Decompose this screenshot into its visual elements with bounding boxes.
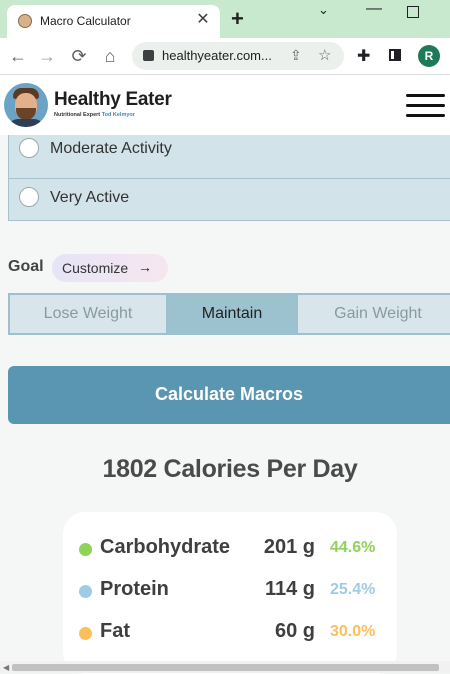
goal-segmented-control: Lose Weight Maintain Gain Weight xyxy=(8,293,450,335)
calories-per-day-heading: 1802 Calories Per Day xyxy=(102,455,358,483)
back-icon[interactable]: ← xyxy=(7,44,29,68)
author-avatar[interactable] xyxy=(4,83,48,127)
arrow-right-icon[interactable]: → xyxy=(138,259,152,275)
radio-button[interactable] xyxy=(19,187,39,207)
activity-option-label[interactable]: Very Active xyxy=(50,189,129,207)
radio-button[interactable] xyxy=(19,138,39,158)
hamburger-menu-icon[interactable] xyxy=(406,94,445,118)
tagline-prefix: Nutritional Expert xyxy=(54,112,101,118)
activity-option-label[interactable]: Moderate Activity xyxy=(50,140,172,158)
minimize-window-icon[interactable]: — xyxy=(366,0,382,18)
share-icon[interactable]: ⇪ xyxy=(290,47,302,64)
tagline-author: Tod Kelmyor xyxy=(101,112,135,118)
browser-tab[interactable]: Macro Calculator ✕ xyxy=(7,5,220,38)
scrollbar-thumb[interactable] xyxy=(12,664,439,671)
macro-name: Protein xyxy=(100,578,169,600)
macro-row-carbohydrate: Carbohydrate 201 g 44.6% xyxy=(63,534,397,564)
lock-icon[interactable] xyxy=(143,50,154,61)
star-icon[interactable]: ☆ xyxy=(318,46,331,64)
extensions-icon[interactable]: ✚ xyxy=(357,46,370,66)
tab-title: Macro Calculator xyxy=(40,14,131,28)
customize-goal-button[interactable]: Customize → xyxy=(52,254,168,282)
macro-name: Carbohydrate xyxy=(100,536,231,558)
activity-option-very-active[interactable]: Very Active xyxy=(9,178,450,221)
goal-option-lose-weight[interactable]: Lose Weight xyxy=(10,295,168,333)
goal-option-maintain[interactable]: Maintain xyxy=(168,295,296,333)
site-logo-text[interactable]: Healthy Eater xyxy=(54,89,172,111)
tab-strip: Macro Calculator ✕ + ⌄ — xyxy=(0,0,450,38)
customize-label[interactable]: Customize xyxy=(62,260,128,276)
site-header: Healthy Eater Nutritional Expert Tod Kel… xyxy=(0,75,450,135)
protein-color-dot xyxy=(79,585,92,598)
goal-label: Goal xyxy=(8,258,44,275)
activity-level-group: Moderate Activity Very Active xyxy=(8,135,450,221)
calculate-macros-label[interactable]: Calculate Macros xyxy=(8,384,450,405)
new-tab-button[interactable]: + xyxy=(231,8,244,30)
browser-toolbar: ← → ⟳ ⌂ healthyeater.com... ⇪ ☆ ✚ R xyxy=(0,38,450,75)
calculate-macros-button[interactable]: Calculate Macros xyxy=(8,366,450,424)
reload-icon[interactable]: ⟳ xyxy=(68,44,90,68)
macro-row-fat: Fat 60 g 30.0% xyxy=(63,618,397,648)
activity-option-moderate[interactable]: Moderate Activity xyxy=(9,135,450,179)
macro-grams: 114 g xyxy=(264,578,315,600)
home-icon[interactable]: ⌂ xyxy=(99,44,121,68)
macro-grams: 60 g xyxy=(274,620,315,642)
macro-percent: 44.6% xyxy=(330,539,376,556)
address-bar[interactable]: healthyeater.com... ⇪ ☆ xyxy=(132,42,344,70)
macro-row-protein: Protein 114 g 25.4% xyxy=(63,576,397,606)
macro-grams: 201 g xyxy=(263,536,315,558)
macro-percent: 30.0% xyxy=(330,623,376,640)
horizontal-scrollbar[interactable]: ◀ xyxy=(0,661,450,673)
goal-option-gain-weight[interactable]: Gain Weight xyxy=(296,295,450,333)
macro-percent: 25.4% xyxy=(330,581,376,598)
side-panel-icon[interactable] xyxy=(389,49,401,61)
maximize-window-icon[interactable] xyxy=(407,6,419,18)
close-tab-icon[interactable]: ✕ xyxy=(194,11,212,29)
profile-avatar[interactable]: R xyxy=(418,45,440,67)
fat-color-dot xyxy=(79,627,92,640)
address-url[interactable]: healthyeater.com... xyxy=(162,48,272,63)
scroll-left-icon[interactable]: ◀ xyxy=(3,663,9,672)
site-favicon-icon xyxy=(18,14,32,28)
forward-icon[interactable]: → xyxy=(36,44,58,68)
carbohydrate-color-dot xyxy=(79,543,92,556)
macro-name: Fat xyxy=(100,620,130,642)
tab-search-chevron-icon[interactable]: ⌄ xyxy=(318,2,329,18)
site-tagline: Nutritional Expert Tod Kelmyor xyxy=(54,112,135,118)
macro-results-card: Carbohydrate 201 g 44.6% Protein 114 g 2… xyxy=(63,512,397,674)
